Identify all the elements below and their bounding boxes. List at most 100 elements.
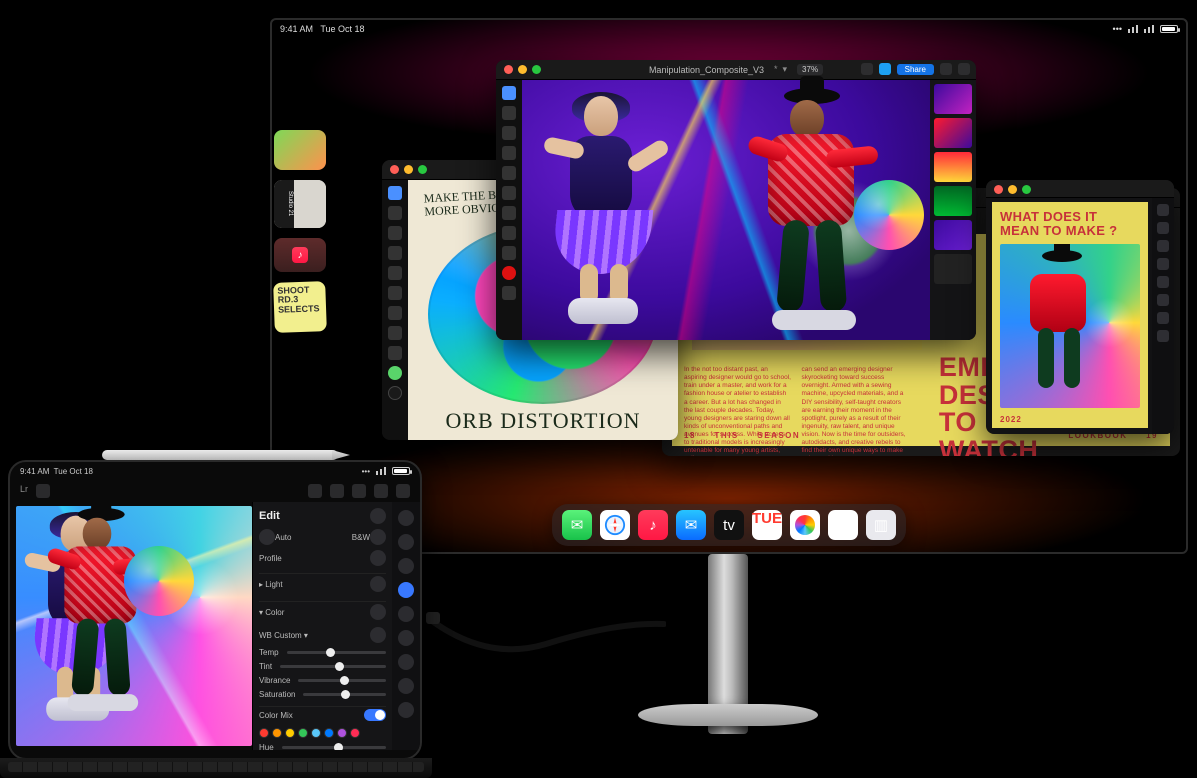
color-swatch[interactable] <box>259 728 269 738</box>
app-home[interactable]: ⌂ <box>828 510 858 540</box>
tool-healing-icon[interactable] <box>398 534 414 550</box>
more-icon[interactable]: ••• <box>362 467 370 476</box>
slider-vibrance[interactable] <box>298 679 386 682</box>
app-tv[interactable]: tv <box>714 510 744 540</box>
foreground-color[interactable] <box>388 366 402 380</box>
back-button[interactable] <box>36 484 50 498</box>
tool-pen[interactable] <box>1157 258 1169 270</box>
background-color[interactable] <box>388 386 402 400</box>
auto-label[interactable]: Auto <box>275 533 291 542</box>
tool-select[interactable] <box>388 226 402 240</box>
ps-gear-icon[interactable] <box>958 63 970 75</box>
app-messages[interactable]: ✉ <box>562 510 592 540</box>
tool-brush[interactable] <box>502 186 516 200</box>
slider-temp[interactable] <box>287 651 386 654</box>
ps-share-button[interactable]: Share <box>897 64 934 75</box>
ipad-canvas[interactable] <box>16 506 252 746</box>
tool-text[interactable] <box>1157 276 1169 288</box>
section-color[interactable]: ▾ Color <box>259 601 386 622</box>
tool-brush[interactable] <box>388 206 402 220</box>
ps-undo-icon[interactable] <box>861 63 873 75</box>
stage-thumb-sticky[interactable]: SHOOT RD.3 SELECTS <box>273 281 327 333</box>
tool-marquee[interactable] <box>502 126 516 140</box>
layer-thumb[interactable] <box>934 152 972 182</box>
ps-zoom[interactable]: 37% <box>797 64 823 75</box>
stage-thumb-studio[interactable]: Studio 21 <box>274 180 326 228</box>
colormix-toggle[interactable] <box>364 709 386 721</box>
app-music[interactable]: ♪ <box>638 510 668 540</box>
color-swatch[interactable] <box>285 728 295 738</box>
tool-crop-icon[interactable] <box>398 510 414 526</box>
fresco-canvas[interactable]: WHAT DOES IT MEAN TO MAKE ? 2022 <box>992 202 1148 428</box>
layer-thumb[interactable] <box>934 186 972 216</box>
tool-mask-icon[interactable] <box>398 558 414 574</box>
tool-optics-icon[interactable] <box>398 678 414 694</box>
tool-eraser[interactable] <box>502 226 516 240</box>
slider-saturation[interactable] <box>303 693 386 696</box>
bw-button[interactable] <box>370 529 386 545</box>
color-swatch[interactable] <box>337 728 347 738</box>
color-swatch[interactable] <box>350 728 360 738</box>
window-photoshop[interactable]: Manipulation_Composite_V3 * ▾ 37% Share <box>496 60 976 340</box>
ps-canvas[interactable] <box>522 80 930 340</box>
tool-color-icon[interactable] <box>398 606 414 622</box>
slider-hue[interactable] <box>282 746 386 749</box>
ps-record-icon[interactable] <box>502 266 516 280</box>
light-settings-icon[interactable] <box>370 576 386 592</box>
ps-cloud-icon[interactable] <box>879 63 891 75</box>
more-icon[interactable]: ••• <box>1113 24 1122 34</box>
tool-light-icon[interactable] <box>398 582 414 598</box>
cloud-icon[interactable] <box>308 484 322 498</box>
tool-lasso[interactable] <box>502 106 516 120</box>
gear-icon[interactable] <box>396 484 410 498</box>
tool-crop[interactable] <box>502 146 516 160</box>
color-swatch[interactable] <box>311 728 321 738</box>
tool-fill[interactable] <box>388 306 402 320</box>
tool-hand[interactable] <box>1157 330 1169 342</box>
tool-geometry-icon[interactable] <box>398 702 414 718</box>
color-swatch[interactable] <box>272 728 282 738</box>
ps-titlebar[interactable]: Manipulation_Composite_V3 * ▾ 37% Share <box>496 60 976 80</box>
tool-crop[interactable] <box>388 346 402 360</box>
color-settings-icon[interactable] <box>370 604 386 620</box>
section-colormix[interactable]: Color Mix <box>259 706 386 723</box>
undo-icon[interactable] <box>330 484 344 498</box>
window-design-poster[interactable]: WHAT DOES IT MEAN TO MAKE ? 2022 <box>986 180 1174 434</box>
tool-type[interactable] <box>502 246 516 260</box>
share-icon[interactable] <box>374 484 388 498</box>
app-files[interactable]: ▥ <box>866 510 896 540</box>
profile-thumb[interactable] <box>370 550 386 566</box>
app-mail[interactable]: ✉ <box>676 510 706 540</box>
section-light[interactable]: ▸ Light <box>259 573 386 594</box>
tool-ellipse[interactable] <box>1157 240 1169 252</box>
app-safari[interactable] <box>600 510 630 540</box>
panel-close-icon[interactable] <box>370 508 386 524</box>
wb-value[interactable]: Custom <box>274 631 302 640</box>
tool-eraser[interactable] <box>388 246 402 260</box>
ps-export-icon[interactable] <box>940 63 952 75</box>
app-photos[interactable] <box>790 510 820 540</box>
app-calendar[interactable]: TUE 18 <box>752 510 782 540</box>
stage-thumb-music[interactable]: ♪ <box>274 238 326 272</box>
auto-button[interactable] <box>259 529 275 545</box>
tool-detail-icon[interactable] <box>398 654 414 670</box>
tool-pointer[interactable] <box>1157 204 1169 216</box>
stage-thumb-freeform[interactable] <box>274 130 326 170</box>
tool-shape[interactable] <box>388 286 402 300</box>
ps-layers-panel[interactable] <box>930 80 976 340</box>
layer-thumb[interactable] <box>934 220 972 250</box>
color-swatch[interactable] <box>324 728 334 738</box>
layer-thumb[interactable] <box>934 254 972 284</box>
tool-move[interactable] <box>502 86 516 100</box>
eyedropper-icon[interactable] <box>370 627 386 643</box>
tool-eyedropper[interactable] <box>502 166 516 180</box>
slider-tint[interactable] <box>280 665 386 668</box>
tool-move[interactable] <box>388 186 402 200</box>
layer-thumb[interactable] <box>934 118 972 148</box>
tool-rect[interactable] <box>1157 222 1169 234</box>
tool-text[interactable] <box>388 266 402 280</box>
tool-effects-icon[interactable] <box>398 630 414 646</box>
tool-image[interactable] <box>1157 294 1169 306</box>
tool-hand[interactable] <box>502 286 516 300</box>
tool-clone[interactable] <box>502 206 516 220</box>
